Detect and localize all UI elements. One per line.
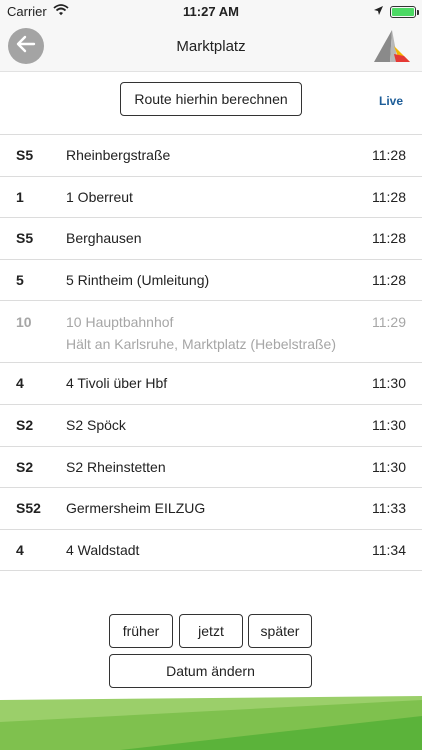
departure-row[interactable]: S5 Berghausen 11:28 <box>0 218 422 260</box>
destination-name: S2 Spöck <box>66 416 126 433</box>
destination: 5 Rintheim (Umleitung) <box>66 272 209 288</box>
departure-time: 11:33 <box>372 500 406 517</box>
later-button[interactable]: später <box>248 614 312 648</box>
departure-row[interactable]: 4 4 Tivoli über Hbf 11:30 <box>0 363 422 405</box>
departure-row[interactable]: 10 10 Hauptbahnhof Hält an Karlsruhe, Mark… <box>0 301 422 364</box>
departure-row[interactable]: S5 Rheinbergstraße 11:28 <box>0 135 422 177</box>
departure-time: 11:29 <box>372 314 406 331</box>
line-number: S5 <box>16 147 34 163</box>
live-toggle[interactable]: Live <box>370 94 412 108</box>
footer-banner <box>0 696 422 750</box>
line-number: 4 <box>16 541 24 558</box>
navigation-bar: Marktplatz <box>0 22 422 72</box>
earlier-button[interactable]: früher <box>109 614 173 648</box>
kvv-logo-icon <box>372 28 412 66</box>
battery-fill <box>392 7 414 16</box>
destination: 1 Oberreut <box>66 189 133 205</box>
destination: 4 Tivoli über Hbf <box>66 375 167 391</box>
destination-name: Berghausen <box>66 230 142 247</box>
departure-row[interactable]: S2 S2 Spöck 11:30 <box>0 405 422 447</box>
destination: Germersheim EILZUG <box>66 500 205 516</box>
line-number: S2 <box>16 416 34 433</box>
destination-name: Germersheim EILZUG <box>66 500 206 517</box>
line-number: 5 <box>16 271 24 288</box>
departure-time: 11:34 <box>372 541 406 558</box>
departure-time: 11:28 <box>372 188 406 205</box>
status-bar: Carrier 11:27 AM <box>0 0 422 22</box>
destination: Rheinbergstraße <box>66 147 170 163</box>
departure-row[interactable]: 5 5 Rintheim (Umleitung) 11:28 <box>0 260 422 302</box>
page-title: Marktplatz <box>176 38 246 55</box>
change-date-button[interactable]: Datum ändern <box>109 654 312 688</box>
destination-name: 4 Waldstadt <box>66 541 140 558</box>
departure-time: 11:30 <box>372 458 406 475</box>
destination-note: Hält an Karlsruhe, Marktplatz (Hebelstra… <box>66 336 336 353</box>
departure-row[interactable]: S52 Germersheim EILZUG 11:33 <box>0 488 422 530</box>
route-button[interactable]: Route hierhin berechnen <box>120 82 302 116</box>
destination: S2 Rheinstetten <box>66 459 166 475</box>
destination-name: Rheinbergstraße <box>66 147 171 163</box>
line-number: 4 <box>16 375 24 392</box>
destination-name: 1 Oberreut <box>66 188 133 205</box>
destination: S2 Spöck <box>66 417 126 433</box>
departure-time: 11:30 <box>372 416 406 433</box>
destination: 10 Hauptbahnhof Hält an Karlsruhe, Marktp… <box>66 314 336 352</box>
status-right <box>373 4 419 19</box>
destination: 4 Waldstadt <box>66 542 139 558</box>
departure-time: 11:28 <box>372 230 406 247</box>
destination-name: 5 Rintheim (Umleitung) <box>66 271 210 288</box>
location-arrow-icon <box>373 4 384 19</box>
line-number: S2 <box>16 458 34 475</box>
status-time: 11:27 AM <box>183 4 239 19</box>
departure-time: 11:28 <box>372 271 406 288</box>
destination-name: 4 Tivoli über Hbf <box>66 375 168 392</box>
departure-row[interactable]: 1 1 Oberreut 11:28 <box>0 177 422 219</box>
departure-time: 11:30 <box>372 375 406 392</box>
line-number: 10 <box>16 314 32 331</box>
departure-time: 11:28 <box>372 147 406 163</box>
departure-row[interactable]: S2 S2 Rheinstetten 11:30 <box>0 447 422 489</box>
destination-name: S2 Rheinstetten <box>66 458 166 475</box>
line-number: S5 <box>16 230 34 247</box>
battery-icon <box>390 5 419 18</box>
line-number: 1 <box>16 188 24 205</box>
line-number: S52 <box>16 500 41 517</box>
destination: Berghausen <box>66 230 142 246</box>
departures-list: S5 Rheinbergstraße 11:28 1 1 Oberreut 11:28 S5… <box>0 134 422 572</box>
destination-name: 10 Hauptbahnhof <box>66 314 174 331</box>
departure-row[interactable]: 4 4 Waldstadt 11:34 <box>0 530 422 572</box>
now-button[interactable]: jetzt <box>179 614 243 648</box>
